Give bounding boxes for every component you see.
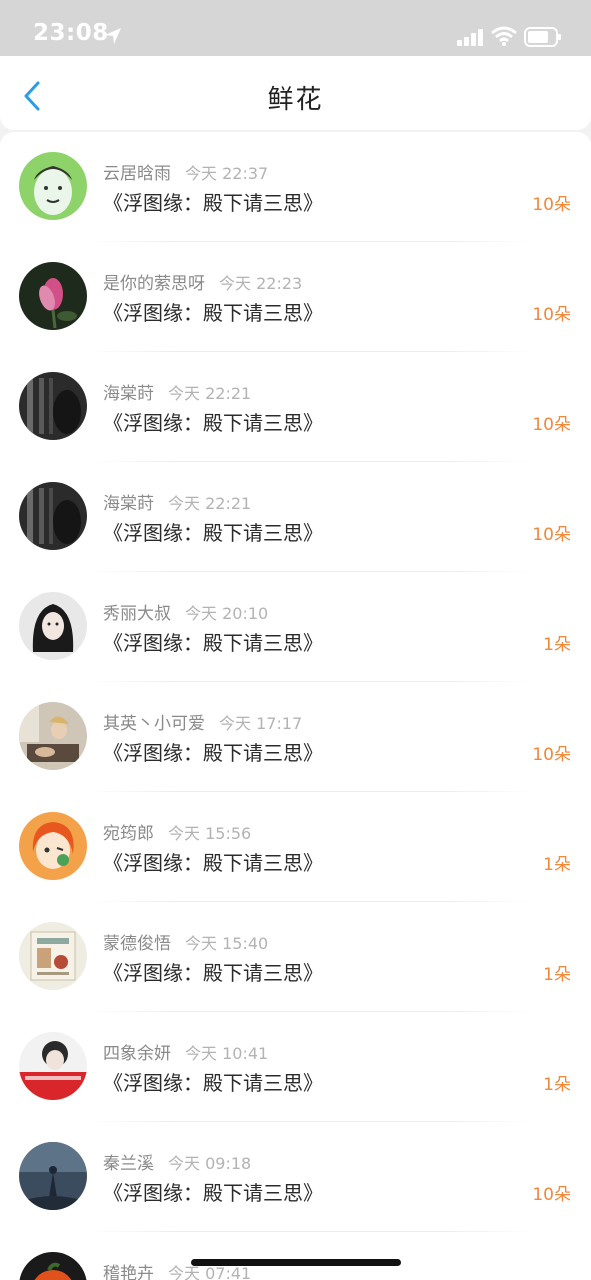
book-title[interactable]: 《浮图缘：殿下请三思》 <box>103 1177 323 1206</box>
home-indicator[interactable] <box>191 1259 401 1266</box>
list-item[interactable]: 秦兰溪 今天 09:18 《浮图缘：殿下请三思》 10朵 <box>0 1122 591 1232</box>
avatar[interactable] <box>19 1142 87 1210</box>
list-item[interactable]: 云居晗雨 今天 22:37 《浮图缘：殿下请三思》 10朵 <box>0 132 591 242</box>
avatar[interactable] <box>19 1032 87 1100</box>
list-item[interactable]: 海棠莳 今天 22:21 《浮图缘：殿下请三思》 10朵 <box>0 352 591 462</box>
wifi-icon <box>491 26 517 46</box>
flower-count: 10朵 <box>532 195 571 215</box>
username: 秦兰溪 今天 09:18 <box>103 1154 252 1174</box>
timestamp: 今天 10:41 <box>185 1044 269 1063</box>
flower-count: 1朵 <box>543 635 571 655</box>
avatar[interactable] <box>19 262 87 330</box>
book-title[interactable]: 《浮图缘：殿下请三思》 <box>103 1067 323 1096</box>
battery-icon <box>524 27 561 47</box>
flower-count: 10朵 <box>532 305 571 325</box>
list-item[interactable]: 宛筠郎 今天 15:56 《浮图缘：殿下请三思》 1朵 <box>0 792 591 902</box>
avatar[interactable] <box>19 1252 87 1280</box>
page-title: 鲜花 <box>267 85 324 115</box>
timestamp: 今天 22:37 <box>185 164 269 183</box>
avatar[interactable] <box>19 592 87 660</box>
flower-count: 1朵 <box>543 1075 571 1095</box>
book-title[interactable]: 《浮图缘：殿下请三思》 <box>103 957 323 986</box>
timestamp: 今天 15:40 <box>185 934 269 953</box>
username: 蒙德俊悟 今天 15:40 <box>103 934 269 954</box>
timestamp: 今天 22:21 <box>168 494 252 513</box>
cellular-signal-icon <box>457 29 483 46</box>
flower-gift-list: 云居晗雨 今天 22:37 《浮图缘：殿下请三思》 10朵 是你的萦思呀 今天 22… <box>0 132 591 1280</box>
list-item[interactable]: 稽艳卉 今天 07:41 <box>0 1232 591 1280</box>
avatar[interactable] <box>19 152 87 220</box>
book-title[interactable]: 《浮图缘：殿下请三思》 <box>103 187 323 216</box>
avatar[interactable] <box>19 372 87 440</box>
list-item[interactable]: 海棠莳 今天 22:21 《浮图缘：殿下请三思》 10朵 <box>0 462 591 572</box>
book-title[interactable]: 《浮图缘：殿下请三思》 <box>103 737 323 766</box>
avatar[interactable] <box>19 922 87 990</box>
timestamp: 今天 22:21 <box>168 384 252 403</box>
timestamp: 今天 20:10 <box>185 604 269 623</box>
timestamp: 今天 17:17 <box>219 714 303 733</box>
timestamp: 今天 07:41 <box>168 1264 252 1280</box>
book-title[interactable]: 《浮图缘：殿下请三思》 <box>103 297 323 326</box>
username: 四象余妍 今天 10:41 <box>103 1044 269 1064</box>
book-title[interactable]: 《浮图缘：殿下请三思》 <box>103 847 323 876</box>
flower-count: 10朵 <box>532 745 571 765</box>
username: 其英丶小可爱 今天 17:17 <box>103 714 303 734</box>
avatar[interactable] <box>19 482 87 550</box>
list-item[interactable]: 蒙德俊悟 今天 15:40 《浮图缘：殿下请三思》 1朵 <box>0 902 591 1012</box>
username: 海棠莳 今天 22:21 <box>103 494 252 514</box>
book-title[interactable]: 《浮图缘：殿下请三思》 <box>103 407 323 436</box>
username: 宛筠郎 今天 15:56 <box>103 824 252 844</box>
status-bar: 23:08 <box>0 0 591 56</box>
list-item[interactable]: 四象余妍 今天 10:41 《浮图缘：殿下请三思》 1朵 <box>0 1012 591 1122</box>
navigation-bar: 鲜花 <box>0 56 591 130</box>
book-title[interactable]: 《浮图缘：殿下请三思》 <box>103 627 323 656</box>
avatar[interactable] <box>19 812 87 880</box>
avatar[interactable] <box>19 702 87 770</box>
list-item[interactable]: 其英丶小可爱 今天 17:17 《浮图缘：殿下请三思》 10朵 <box>0 682 591 792</box>
username: 云居晗雨 今天 22:37 <box>103 164 269 184</box>
username: 海棠莳 今天 22:21 <box>103 384 252 404</box>
timestamp: 今天 22:23 <box>219 274 303 293</box>
status-time: 23:08 <box>33 20 109 46</box>
flower-count: 1朵 <box>543 965 571 985</box>
flower-count: 10朵 <box>532 525 571 545</box>
username: 秀丽大叔 今天 20:10 <box>103 604 269 624</box>
list-item[interactable]: 是你的萦思呀 今天 22:23 《浮图缘：殿下请三思》 10朵 <box>0 242 591 352</box>
list-item[interactable]: 秀丽大叔 今天 20:10 《浮图缘：殿下请三思》 1朵 <box>0 572 591 682</box>
timestamp: 今天 09:18 <box>168 1154 252 1173</box>
timestamp: 今天 15:56 <box>168 824 252 843</box>
flower-count: 10朵 <box>532 1185 571 1205</box>
flower-count: 10朵 <box>532 415 571 435</box>
username: 是你的萦思呀 今天 22:23 <box>103 274 303 294</box>
location-arrow-icon <box>105 28 121 44</box>
flower-count: 1朵 <box>543 855 571 875</box>
book-title[interactable]: 《浮图缘：殿下请三思》 <box>103 517 323 546</box>
